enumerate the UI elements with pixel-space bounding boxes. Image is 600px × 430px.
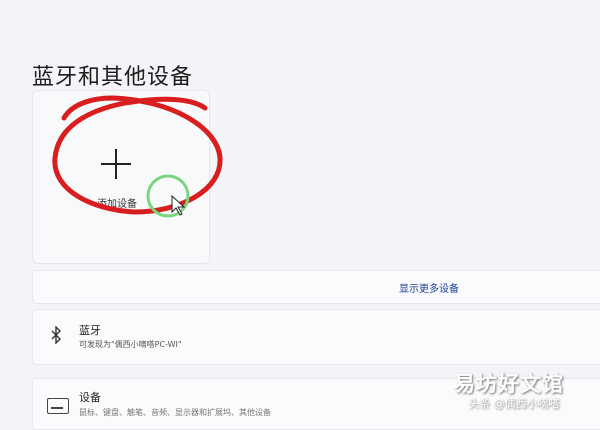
show-more-devices-link[interactable]: 显示更多设备 [399,280,459,295]
keyboard-icon [47,398,69,414]
watermark-logo: 易坊好文馆 [454,372,564,396]
devices-subtitle: 鼠标、键盘、触笔、音频、显示器和扩展坞、其他设备 [79,408,271,417]
add-device-label: 添加设备 [97,199,137,210]
show-more-devices-bar: 显示更多设备 [32,270,600,304]
author-credit: 头条 @偶西小嘀嗒 [468,397,560,410]
plus-icon [101,149,131,179]
bluetooth-row[interactable]: 蓝牙 可发现为"偶西小嘀嗒PC-WI" [32,309,600,365]
add-device-card[interactable]: 添加设备 [32,90,210,264]
page-title: 蓝牙和其他设备 [32,64,194,90]
bluetooth-subtitle: 可发现为"偶西小嘀嗒PC-WI" [79,340,182,349]
devices-title: 设备 [79,391,101,404]
bluetooth-icon [51,326,61,344]
bluetooth-title: 蓝牙 [79,324,101,337]
